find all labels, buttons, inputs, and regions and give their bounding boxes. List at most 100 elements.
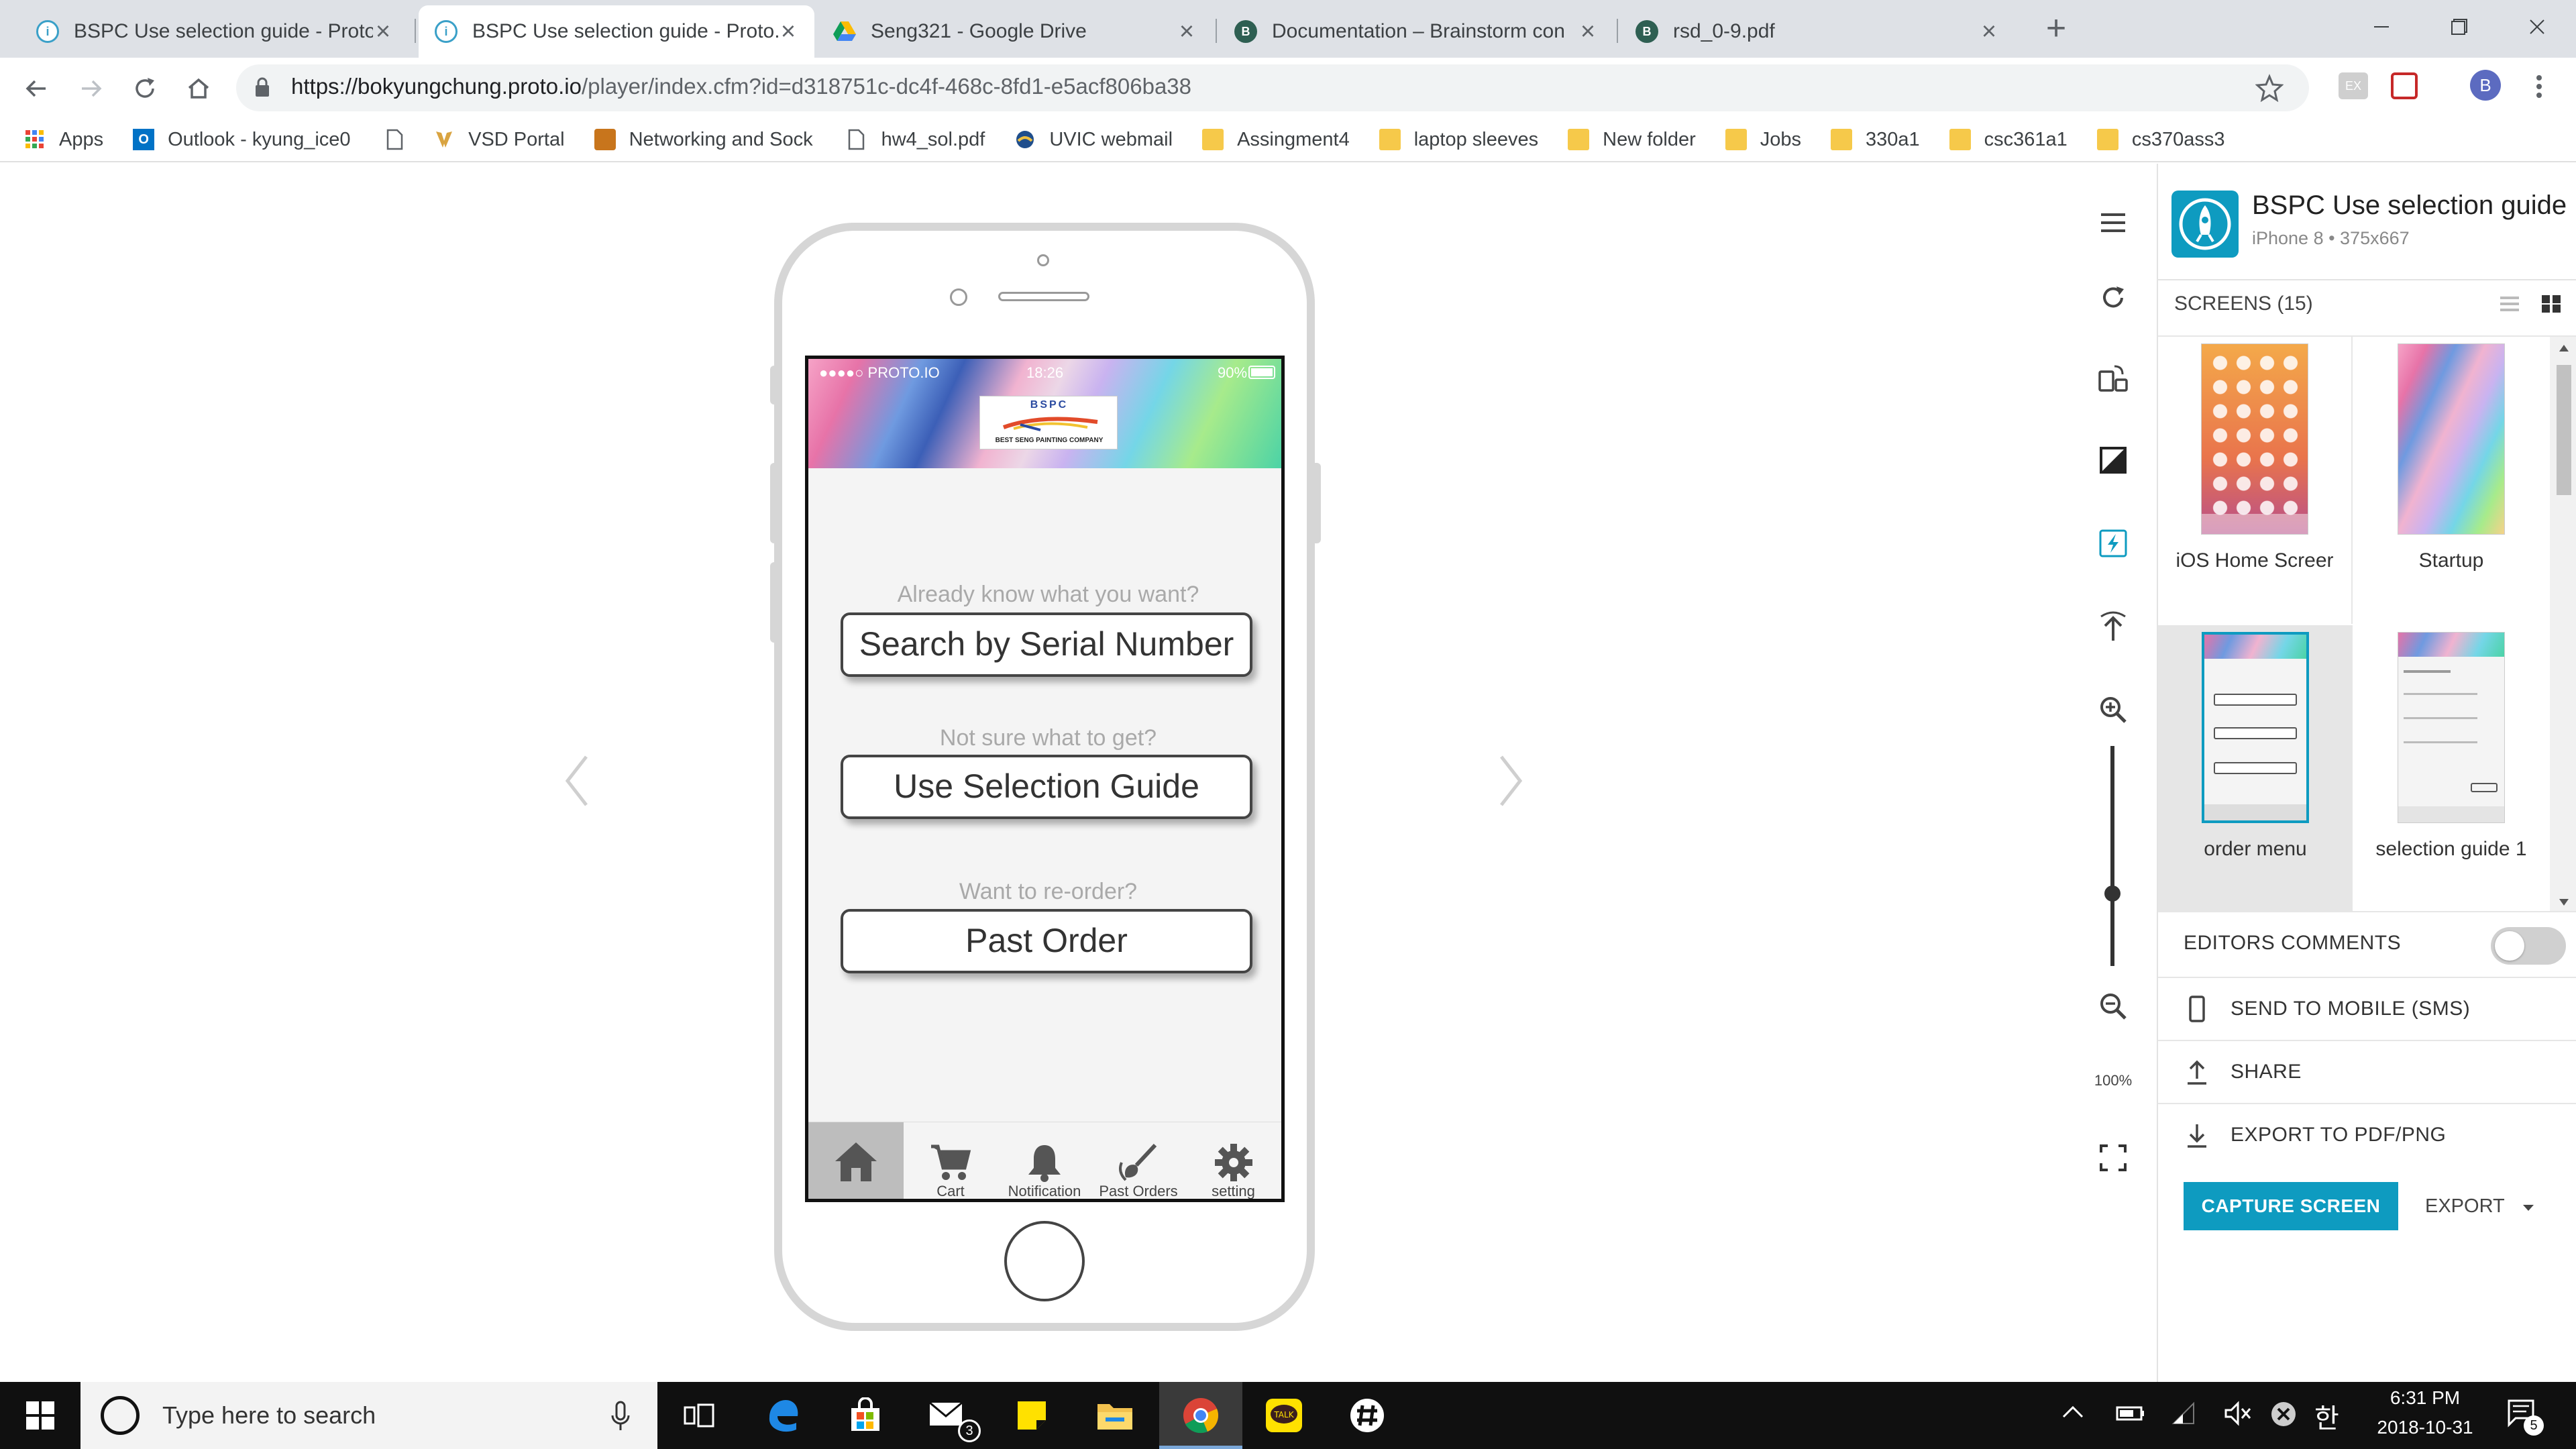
back-button[interactable] xyxy=(16,68,56,109)
scroll-up-arrow-icon[interactable] xyxy=(2558,343,2570,353)
mail-icon[interactable]: 3 xyxy=(907,1382,990,1449)
networking-icon xyxy=(594,129,616,150)
reload-button[interactable] xyxy=(125,68,165,109)
grid-view-icon[interactable] xyxy=(2540,294,2562,317)
bookmark-new-folder[interactable]: New folder xyxy=(1568,129,1696,151)
slack-icon[interactable] xyxy=(1326,1382,1409,1449)
zoom-slider-track[interactable] xyxy=(2110,746,2114,966)
bookmark-330a1[interactable]: 330a1 xyxy=(1831,129,1920,151)
fullscreen-icon[interactable] xyxy=(2093,1138,2133,1178)
chevron-up-icon[interactable] xyxy=(2059,1402,2086,1426)
screens-scrollbar[interactable] xyxy=(2550,337,2576,912)
close-icon[interactable]: × xyxy=(1578,19,1598,44)
zoom-slider-handle[interactable] xyxy=(2104,885,2121,902)
export-dropdown-button[interactable]: EXPORT xyxy=(2425,1195,2535,1218)
screen-thumb-ios-home[interactable]: iOS Home Screer xyxy=(2158,337,2353,624)
browser-tab-3[interactable]: Seng321 - Google Drive × xyxy=(817,5,1213,58)
profile-avatar[interactable]: B xyxy=(2470,70,2501,101)
hamburger-menu-icon[interactable] xyxy=(2093,203,2133,243)
clock-time[interactable]: 6:31 PM xyxy=(2375,1387,2475,1409)
bookmark-cs370ass3[interactable]: cs370ass3 xyxy=(2096,129,2224,151)
restart-icon[interactable] xyxy=(2093,278,2133,318)
zoom-in-icon[interactable] xyxy=(2093,690,2133,730)
battery-tray-icon[interactable] xyxy=(2116,1403,2145,1427)
volume-muted-icon[interactable] xyxy=(2223,1401,2253,1430)
tab-past-orders[interactable]: Past Orders xyxy=(1091,1122,1185,1199)
export-pdf-png-row[interactable]: EXPORT TO PDF/PNG xyxy=(2158,1103,2576,1166)
list-view-icon[interactable] xyxy=(2499,294,2520,317)
close-window-button[interactable] xyxy=(2498,0,2576,54)
edge-browser-icon[interactable] xyxy=(741,1382,824,1449)
bookmark-outlook[interactable]: O Outlook - kyung_ice0 xyxy=(133,129,356,151)
ime-indicator[interactable]: 한 xyxy=(2314,1397,2339,1436)
bookmark-hw4-sol[interactable]: hw4_sol.pdf xyxy=(847,129,985,151)
maximize-button[interactable] xyxy=(2420,0,2498,54)
close-icon[interactable]: × xyxy=(1177,19,1197,44)
bookmark-csc361a1[interactable]: csc361a1 xyxy=(1949,129,2068,151)
windows-start-button[interactable] xyxy=(0,1382,80,1449)
hotspots-icon[interactable] xyxy=(2093,523,2133,564)
contrast-toggle-icon[interactable] xyxy=(2093,440,2133,480)
bookmark-vsd-portal[interactable]: VSD Portal xyxy=(433,129,565,151)
browser-tab-2-active[interactable]: i BSPC Use selection guide - Proto.io × xyxy=(419,5,814,58)
menu-dots-icon[interactable] xyxy=(2529,70,2549,103)
rotate-device-icon[interactable] xyxy=(2093,358,2133,398)
scrollbar-thumb[interactable] xyxy=(2557,365,2571,495)
bookmark-blank-page[interactable] xyxy=(385,129,407,150)
tab-cart[interactable]: Cart xyxy=(904,1122,998,1199)
bookmark-assingment4[interactable]: Assingment4 xyxy=(1202,129,1350,151)
screen-thumb-startup[interactable]: Startup xyxy=(2354,337,2548,624)
screen-thumb-selection-guide-1[interactable]: selection guide 1 xyxy=(2354,625,2548,912)
scroll-down-arrow-icon[interactable] xyxy=(2558,898,2570,907)
address-bar[interactable]: https://bokyungchung.proto.io/player/ind… xyxy=(236,64,2309,111)
bookmark-jobs[interactable]: Jobs xyxy=(1725,129,1801,151)
pocket-extension-icon[interactable] xyxy=(2391,72,2418,99)
file-explorer-icon[interactable] xyxy=(1073,1382,1157,1449)
no-network-icon[interactable] xyxy=(2269,1399,2298,1432)
forward-button[interactable] xyxy=(71,68,111,109)
close-icon[interactable]: × xyxy=(373,19,393,44)
prompt-not-sure: Not sure what to get? xyxy=(939,725,1157,751)
editors-comments-toggle[interactable] xyxy=(2491,927,2566,965)
kakaotalk-icon[interactable]: TALK xyxy=(1242,1382,1326,1449)
sticky-notes-icon[interactable] xyxy=(990,1382,1073,1449)
taskbar-search-box[interactable]: Type here to search xyxy=(80,1382,657,1449)
minimize-button[interactable] xyxy=(2343,0,2420,54)
browser-tab-1[interactable]: i BSPC Use selection guide - Proto.io × xyxy=(20,5,409,58)
microphone-icon[interactable] xyxy=(610,1401,631,1432)
clock-date[interactable]: 2018-10-31 xyxy=(2368,1417,2482,1438)
bookmark-laptop-sleeves[interactable]: laptop sleeves xyxy=(1379,129,1538,151)
store-icon[interactable] xyxy=(824,1382,907,1449)
past-order-button[interactable]: Past Order xyxy=(841,909,1252,973)
previous-screen-chevron-icon[interactable] xyxy=(561,754,594,808)
phone-home-button[interactable] xyxy=(1004,1221,1085,1301)
star-bookmark-icon[interactable] xyxy=(2255,74,2284,105)
bookmark-apps[interactable]: Apps xyxy=(24,129,103,151)
wifi-tray-icon[interactable] xyxy=(2171,1401,2198,1430)
screen-thumb-order-menu-selected[interactable]: order menu xyxy=(2158,625,2353,912)
uvic-icon xyxy=(1014,129,1036,150)
chrome-icon[interactable] xyxy=(1159,1382,1242,1449)
home-button[interactable] xyxy=(178,68,219,109)
close-icon[interactable]: × xyxy=(1979,19,1999,44)
tab-setting[interactable]: setting xyxy=(1185,1122,1281,1199)
task-view-icon[interactable] xyxy=(657,1382,741,1449)
browser-tab-4[interactable]: B Documentation – Brainstorm con × xyxy=(1218,5,1614,58)
tab-notification[interactable]: Notification xyxy=(998,1122,1091,1199)
next-screen-chevron-icon[interactable] xyxy=(1493,754,1527,808)
search-by-serial-number-button[interactable]: Search by Serial Number xyxy=(841,612,1252,677)
upload-screen-icon[interactable] xyxy=(2093,606,2133,647)
zoom-out-icon[interactable] xyxy=(2093,986,2133,1026)
share-row[interactable]: SHARE xyxy=(2158,1040,2576,1103)
browser-tab-5[interactable]: B rsd_0-9.pdf × xyxy=(1619,5,2015,58)
close-icon[interactable]: × xyxy=(778,19,798,44)
tab-home[interactable] xyxy=(808,1122,904,1199)
capture-screen-button[interactable]: CAPTURE SCREEN xyxy=(2184,1182,2398,1230)
send-to-mobile-row[interactable]: SEND TO MOBILE (SMS) xyxy=(2158,977,2576,1040)
new-tab-button[interactable]: + xyxy=(2036,9,2076,50)
use-selection-guide-button[interactable]: Use Selection Guide xyxy=(841,755,1252,819)
bookmark-uvic-webmail[interactable]: UVIC webmail xyxy=(1014,129,1173,151)
bookmark-networking[interactable]: Networking and Sock xyxy=(594,129,817,151)
extension-ex-icon[interactable]: EX xyxy=(2339,72,2368,99)
action-center-icon[interactable]: 5 xyxy=(2506,1398,2544,1436)
